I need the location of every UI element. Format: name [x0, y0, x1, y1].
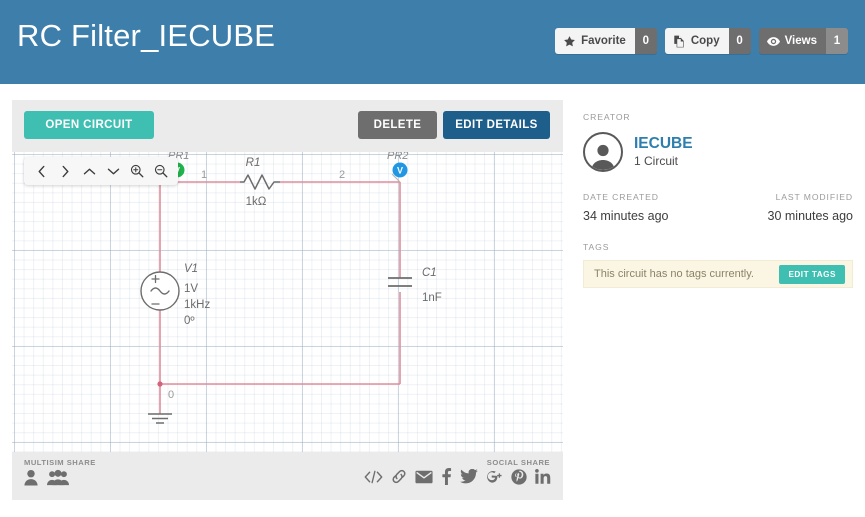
star-icon	[563, 35, 576, 48]
views-label: Views	[784, 35, 817, 47]
ac-source-symbol-v1	[140, 271, 180, 311]
page-header: RC Filter_IECUBE Favorite 0 Copy 0 Views…	[0, 0, 865, 84]
chevron-left-icon[interactable]	[30, 161, 52, 181]
social-share-icons	[364, 468, 552, 485]
views-button-label-wrap: Views	[758, 28, 826, 54]
tags-caption: TAGS	[583, 242, 610, 252]
chevron-up-icon[interactable]	[78, 161, 100, 181]
circuit-panel: OPEN CIRCUIT DELETE EDIT DETAILS V PR1 P…	[12, 100, 563, 500]
google-plus-icon[interactable]	[486, 469, 503, 484]
capacitor-symbol-c1	[388, 277, 412, 287]
chevron-down-icon[interactable]	[102, 161, 124, 181]
circuit-wires	[159, 181, 401, 414]
date-created-block: DATE CREATED 34 minutes ago	[583, 192, 718, 223]
views-count: 1	[826, 28, 848, 54]
meta-row: DATE CREATED 34 minutes ago LAST MODIFIE…	[583, 192, 853, 223]
copy-label: Copy	[690, 35, 720, 47]
avatar	[583, 132, 623, 172]
svg-text:V: V	[397, 165, 403, 175]
capacitor-ref-label: C1	[422, 267, 437, 279]
last-modified-block: LAST MODIFIED 30 minutes ago	[718, 192, 853, 223]
multisim-share-icons	[23, 469, 69, 486]
date-created-caption: DATE CREATED	[583, 192, 659, 202]
details-sidebar: CREATOR IECUBE 1 Circuit DATE CREATED 34…	[583, 112, 853, 288]
open-circuit-button[interactable]: OPEN CIRCUIT	[24, 111, 154, 139]
copy-button[interactable]: Copy 0	[664, 28, 751, 54]
last-modified-value: 30 minutes ago	[767, 209, 853, 223]
resistor-value-label: 1kΩ	[246, 196, 267, 208]
node-label-1: 1	[201, 169, 207, 181]
source-amplitude-label: 1V	[184, 283, 198, 295]
link-icon[interactable]	[391, 469, 407, 484]
eye-icon	[766, 35, 780, 48]
probe-pr2[interactable]: V	[391, 162, 408, 183]
resistor-symbol-r1	[240, 174, 280, 190]
source-frequency-label: 1kHz	[184, 299, 210, 311]
resistor-ref-label: R1	[246, 157, 261, 169]
copy-button-label-wrap: Copy	[664, 28, 729, 54]
edit-details-button[interactable]: EDIT DETAILS	[443, 111, 550, 139]
circuit-schematic: V V PR1 PR2 1 2 0 R1 1kΩ	[140, 152, 442, 424]
embed-code-icon[interactable]	[364, 470, 383, 484]
page-title: RC Filter_IECUBE	[17, 18, 276, 53]
tags-empty-box: This circuit has no tags currently. EDIT…	[583, 260, 853, 288]
email-icon[interactable]	[415, 470, 433, 484]
edit-tags-button[interactable]: EDIT TAGS	[779, 264, 845, 284]
copy-count: 0	[728, 28, 751, 54]
last-modified-caption: LAST MODIFIED	[775, 192, 853, 202]
page-body: OPEN CIRCUIT DELETE EDIT DETAILS V PR1 P…	[0, 84, 865, 517]
node-label-0: 0	[168, 389, 174, 401]
share-bar: MULTISIM SHARE SOCIAL SHARE	[12, 452, 563, 500]
creator-circuit-count: 1 Circuit	[634, 153, 679, 168]
probe-pr2-label: PR2	[387, 152, 408, 162]
linkedin-icon[interactable]	[535, 469, 552, 484]
node-label-2: 2	[339, 169, 345, 181]
zoom-out-icon[interactable]	[150, 161, 172, 181]
views-button[interactable]: Views 1	[758, 28, 848, 54]
copy-icon	[673, 35, 686, 48]
twitter-icon[interactable]	[460, 469, 478, 484]
favorite-count: 0	[634, 28, 657, 54]
circuit-canvas[interactable]: V V PR1 PR2 1 2 0 R1 1kΩ	[12, 152, 563, 452]
favorite-button-label-wrap: Favorite	[555, 28, 635, 54]
circuit-detail-page: RC Filter_IECUBE Favorite 0 Copy 0 Views…	[0, 0, 865, 517]
junction-dot-node0	[157, 381, 163, 387]
person-icon[interactable]	[23, 469, 39, 486]
group-icon[interactable]	[47, 469, 69, 486]
favorite-label: Favorite	[581, 35, 626, 47]
delete-button[interactable]: DELETE	[358, 111, 437, 139]
creator-row: IECUBE 1 Circuit	[583, 132, 853, 172]
source-phase-label: 0º	[184, 315, 195, 327]
multisim-share-caption: MULTISIM SHARE	[24, 458, 96, 467]
creator-name[interactable]: IECUBE	[634, 135, 693, 153]
date-created-value: 34 minutes ago	[583, 209, 669, 223]
tags-empty-text: This circuit has no tags currently.	[594, 268, 754, 280]
creator-info: IECUBE 1 Circuit	[634, 135, 693, 169]
pinterest-icon[interactable]	[511, 468, 527, 485]
source-ref-label: V1	[184, 263, 198, 275]
ground-symbol	[148, 413, 172, 424]
facebook-icon[interactable]	[441, 468, 452, 485]
capacitor-value-label: 1nF	[422, 292, 442, 304]
header-action-group: Favorite 0 Copy 0 Views 1	[555, 28, 848, 54]
social-share-caption: SOCIAL SHARE	[486, 458, 550, 467]
creator-caption: CREATOR	[583, 112, 631, 122]
chevron-right-icon[interactable]	[54, 161, 76, 181]
circuit-toolbar: OPEN CIRCUIT DELETE EDIT DETAILS	[12, 100, 563, 152]
zoom-in-icon[interactable]	[126, 161, 148, 181]
favorite-button[interactable]: Favorite 0	[555, 28, 657, 54]
canvas-nav-toolbar	[24, 157, 178, 185]
